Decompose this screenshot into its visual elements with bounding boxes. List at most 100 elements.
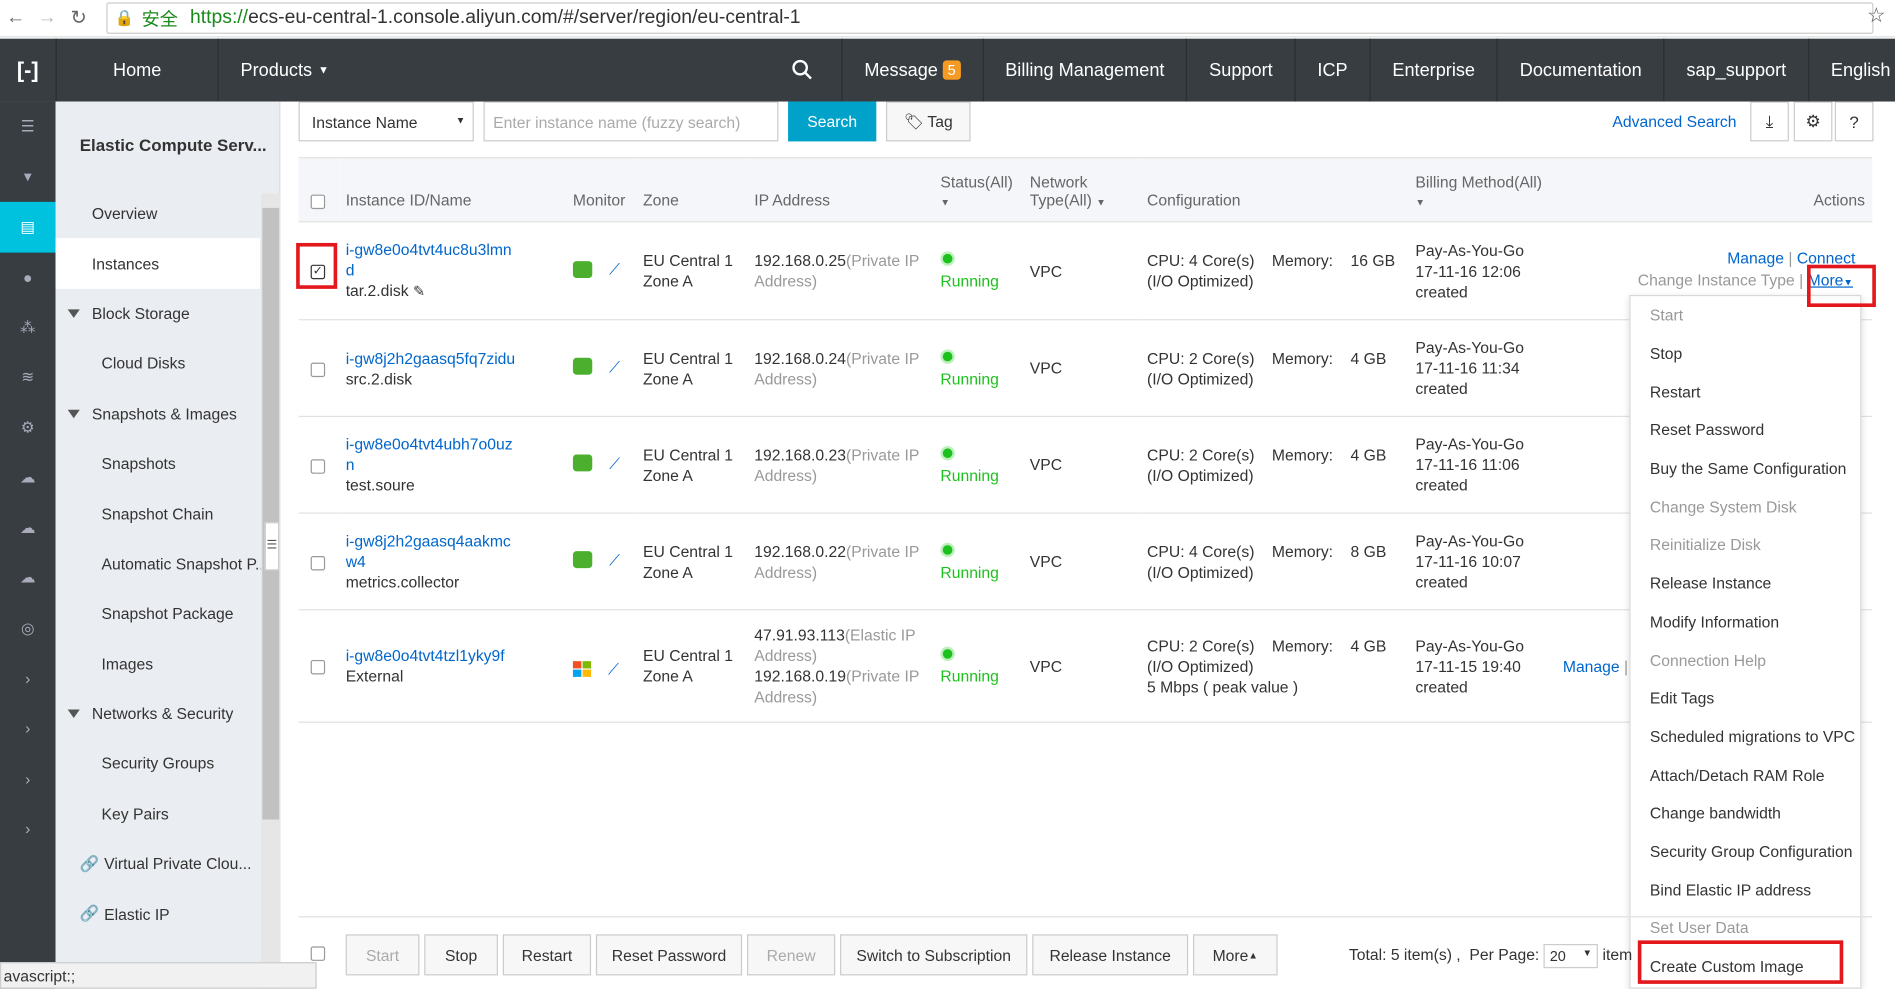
cloud-outline-icon[interactable]: ☁ [0,503,56,553]
bulk-stop-button[interactable]: Stop [424,934,498,976]
storage-icon[interactable]: ≋ [0,352,56,402]
tag-button[interactable]: 🏷 Tag [885,101,971,142]
sidebar-scrollbar-thumb[interactable] [262,207,280,820]
gear-icon[interactable]: ⚙ [1793,101,1833,142]
sidebar-collapse-handle[interactable]: ☰ [264,522,280,571]
network-icon[interactable]: ⁂ [0,302,56,352]
expand-right-icon[interactable]: › [0,754,56,804]
expand-right-icon[interactable]: › [0,703,56,753]
menu-item-connection-help[interactable]: Connection Help [1631,641,1861,679]
per-page-select[interactable]: 20 ▼ [1543,943,1599,969]
row-checkbox[interactable] [310,555,326,570]
bulk-start-button[interactable]: Start [345,934,420,976]
back-icon[interactable]: ← [0,7,31,29]
search-icon[interactable] [764,39,841,102]
expand-right-icon[interactable]: › [0,653,56,703]
menu-item-release-instance[interactable]: Release Instance [1631,564,1861,602]
nav-enterprise[interactable]: Enterprise [1369,38,1496,102]
nav-billing[interactable]: Billing Management [982,38,1186,102]
sidebar-item-key-pairs[interactable]: Key Pairs [56,789,280,839]
cloud-icon[interactable]: ☁ [0,453,56,503]
header-network[interactable]: Network Type(All) ▼ [1024,157,1143,223]
bulk-renew-button[interactable]: Renew [746,934,836,976]
search-button[interactable]: Search [788,101,877,142]
sidebar-item-cloud-disks[interactable]: Cloud Disks [56,339,280,389]
help-icon[interactable]: ? [1834,101,1874,142]
manage-link[interactable]: Manage [1563,657,1620,675]
instance-id-link[interactable]: i-gw8j2h2gaasq4aakmcw4 [346,531,515,572]
nav-support[interactable]: Support [1186,38,1294,102]
sidebar-item-snapshot-chain[interactable]: Snapshot Chain [56,489,280,539]
bulk-switch-subscription-button[interactable]: Switch to Subscription [840,934,1028,976]
monitor-chart-icon[interactable]: ⟋ [609,453,620,474]
search-filter-select[interactable]: Instance Name [298,101,474,142]
aliyun-logo-icon[interactable]: [-] [0,39,56,102]
menu-item-bind-eip[interactable]: Bind Elastic IP address [1631,871,1861,909]
advanced-search-link[interactable]: Advanced Search [1612,112,1736,130]
bulk-reset-password-button[interactable]: Reset Password [595,934,743,976]
nav-home[interactable]: Home [55,38,218,102]
cloud-upload-icon[interactable]: ☁ [0,553,56,603]
monitor-chart-icon[interactable]: ⟋ [609,550,620,571]
product-icon[interactable]: ● [0,252,56,302]
nav-message[interactable]: Message 5 [841,38,982,102]
settings-icon[interactable]: ⚙ [0,402,56,452]
change-instance-type-link[interactable]: Change Instance Type [1638,271,1795,289]
row-checkbox[interactable] [310,660,326,675]
sidebar-item-vpc[interactable]: 🔗 Virtual Private Clou... [56,839,280,889]
menu-item-change-bandwidth[interactable]: Change bandwidth [1631,794,1861,832]
forward-icon[interactable]: → [31,7,62,29]
bulk-more-button[interactable]: More ▲ [1192,934,1278,976]
search-input[interactable]: Enter instance name (fuzzy search) [483,101,779,142]
menu-item-attach-ram-role[interactable]: Attach/Detach RAM Role [1631,756,1861,794]
collapse-down-icon[interactable]: ▾ [0,152,56,202]
menu-item-restart[interactable]: Restart [1631,373,1861,411]
nav-products[interactable]: Products ▼ [217,38,363,102]
menu-item-reinitialize-disk[interactable]: Reinitialize Disk [1631,526,1861,564]
sidebar-group-networks-security[interactable]: Networks & Security [56,689,280,739]
manage-link[interactable]: Manage [1727,249,1784,267]
sidebar-item-snapshots[interactable]: Snapshots [56,439,280,489]
menu-item-edit-tags[interactable]: Edit Tags [1631,679,1861,717]
instance-id-link[interactable]: i-gw8e0o4tvt4ubh7o0uzn [346,434,515,475]
menu-item-change-system-disk[interactable]: Change System Disk [1631,488,1861,526]
select-all-checkbox[interactable] [310,194,326,209]
sidebar-item-elastic-ip[interactable]: 🔗 Elastic IP [56,889,280,939]
instance-id-link[interactable]: i-gw8e0o4tvt4uc8u3lmnd [346,239,515,280]
export-icon[interactable]: ⤓ [1750,101,1789,142]
edit-pencil-icon[interactable]: ✎ [413,283,425,300]
address-bar[interactable]: 🔒 安全 https://ecs-eu-central-1.console.al… [106,2,1874,34]
sidebar-item-automatic-snapshot[interactable]: Automatic Snapshot P... [56,539,280,589]
support-icon[interactable]: ◎ [0,603,56,653]
expand-right-icon[interactable]: › [0,804,56,854]
menu-icon[interactable]: ☰ [0,102,56,152]
select-all-checkbox-bottom[interactable] [310,946,326,961]
nav-account[interactable]: sap_support [1663,38,1808,102]
nav-language[interactable]: English [1807,38,1895,102]
monitor-chart-icon[interactable]: ⟋ [609,259,620,280]
nav-icp[interactable]: ICP [1294,38,1369,102]
monitor-chart-icon[interactable]: ⟋ [609,356,620,377]
menu-item-scheduled-migrations[interactable]: Scheduled migrations to VPC [1631,717,1861,755]
menu-item-buy-same-config[interactable]: Buy the Same Configuration [1631,449,1861,487]
url-text[interactable]: https://ecs-eu-central-1.console.aliyun.… [190,7,801,29]
bookmark-star-icon[interactable]: ☆ [1867,4,1885,28]
sidebar-item-snapshot-package[interactable]: Snapshot Package [56,589,280,639]
bulk-release-instance-button[interactable]: Release Instance [1032,934,1189,976]
ecs-icon[interactable]: ▤ [0,201,56,253]
sidebar-item-security-groups[interactable]: Security Groups [56,739,280,789]
instance-id-link[interactable]: i-gw8e0o4tvt4tzl1yky9f [346,647,505,665]
menu-item-modify-information[interactable]: Modify Information [1631,603,1861,641]
sidebar-item-overview[interactable]: Overview [56,189,280,239]
monitor-chart-icon[interactable]: ⟋ [608,659,619,680]
sidebar-group-snapshots-images[interactable]: Snapshots & Images [56,389,280,439]
nav-documentation[interactable]: Documentation [1496,38,1664,102]
bulk-restart-button[interactable]: Restart [502,934,592,976]
reload-icon[interactable]: ↻ [63,6,94,30]
menu-item-security-group-config[interactable]: Security Group Configuration [1631,832,1861,870]
row-checkbox[interactable] [310,362,326,377]
menu-item-reset-password[interactable]: Reset Password [1631,411,1861,449]
sidebar-item-instances[interactable]: Instances [55,238,260,289]
sidebar-item-images[interactable]: Images [56,639,280,689]
menu-item-stop[interactable]: Stop [1631,334,1861,372]
